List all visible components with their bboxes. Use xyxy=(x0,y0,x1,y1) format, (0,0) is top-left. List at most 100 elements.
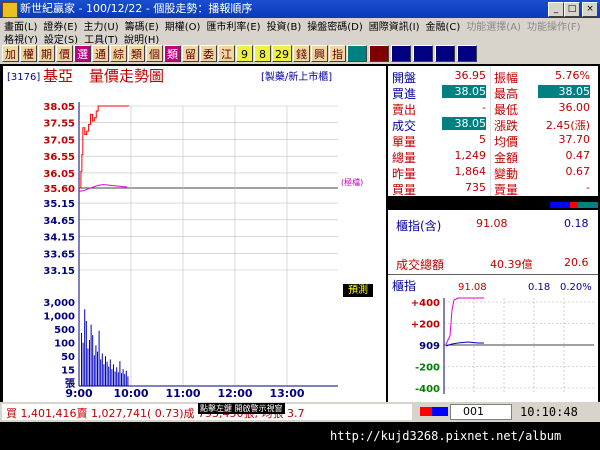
price-tick-label: 33.65 xyxy=(43,249,75,260)
volume-bar xyxy=(127,376,129,386)
quote-label: 成交 xyxy=(392,119,417,133)
toolbar-tool-4[interactable] xyxy=(413,45,433,62)
quote-panel: 開盤 36.95 振幅 5.76% 買進 38.05 最高 38.05 賣出 - 最低 36.00 成交… xyxy=(388,66,598,402)
volume-bar xyxy=(111,369,113,386)
toolbar-tool-2[interactable] xyxy=(369,45,389,62)
volume-bar xyxy=(92,335,94,386)
toolbar-button-16[interactable]: 29 xyxy=(272,45,292,62)
volume-bar xyxy=(119,361,121,386)
quote-value-2: 2.45(漲) xyxy=(545,119,590,132)
toolbar-tool-1[interactable] xyxy=(347,45,367,62)
toolbar-button-15[interactable]: 8 xyxy=(254,45,271,62)
volume-bar xyxy=(98,330,100,386)
volume-bar xyxy=(85,320,87,386)
quote-value-2: 0.67 xyxy=(565,165,591,178)
toolbar-tool-6[interactable] xyxy=(457,45,477,62)
toolbar-button-11[interactable]: 留 xyxy=(182,45,199,62)
price-tick-label: 35.60 xyxy=(43,184,75,195)
time-tick-label: 11:00 xyxy=(165,387,200,400)
turnover-label: 成交總額 xyxy=(396,258,445,272)
menu-item-12[interactable]: 功能操作(F) xyxy=(527,22,581,33)
quote-label: 總量 xyxy=(392,151,417,165)
quote-label-2: 均價 xyxy=(494,135,519,149)
toolbar-button-3[interactable]: 期 xyxy=(38,45,55,62)
volume-bar xyxy=(93,355,95,386)
mini-tick-label: +400 xyxy=(411,298,440,309)
toolbar-tool-3[interactable] xyxy=(391,45,411,62)
quote-label: 開盤 xyxy=(392,71,417,85)
toolbar-button-18[interactable]: 興 xyxy=(311,45,328,62)
toolbar-button-4[interactable]: 價 xyxy=(56,45,73,62)
price-tick-label: 33.15 xyxy=(43,266,75,277)
otc-index-mini-chart[interactable]: 櫃指 91.08 0.18 0.20% +400 +200 909 -200 -400 xyxy=(388,276,598,402)
toolbar-button-6[interactable]: 通 xyxy=(92,45,109,62)
volume-tick-label: 500 xyxy=(54,325,75,336)
price-volume-chart-window: [3176] 基亞 量價走勢圖 [製藥/新上市櫃] 38.05 37.55 37.0… xyxy=(3,66,386,402)
alert-tooltip[interactable]: 點擊左鍵 開啟警示視窗 xyxy=(198,403,285,414)
minimize-button[interactable]: _ xyxy=(548,2,564,17)
volume-bar xyxy=(125,370,127,386)
menu-item-9[interactable]: 國際資訊(I) xyxy=(369,22,420,33)
toolbar-button-10[interactable]: 類 xyxy=(164,45,181,62)
industry-label: [製藥/新上市櫃] xyxy=(261,70,332,83)
status-indicator-red xyxy=(420,407,432,416)
quote-label-2: 變動 xyxy=(494,167,519,181)
menu-item-7[interactable]: 投資(B) xyxy=(267,22,302,33)
volume-bar xyxy=(106,361,108,386)
menu-item-6[interactable]: 匯市利率(E) xyxy=(206,22,260,33)
price-volume-chart[interactable]: [3176] 基亞 量價走勢圖 [製藥/新上市櫃] 38.05 37.55 37.0… xyxy=(3,66,386,402)
volume-bar xyxy=(105,356,106,386)
maximize-button[interactable]: □ xyxy=(564,2,580,17)
price-tick-label: 37.05 xyxy=(43,135,75,146)
quote-value-2: 0.47 xyxy=(565,149,591,162)
index-change: 0.18 xyxy=(564,217,589,230)
menu-item-10[interactable]: 金融(C) xyxy=(426,22,461,33)
volume-tick-label: 1,000 xyxy=(43,312,75,323)
close-button[interactable]: × xyxy=(582,2,598,17)
volume-bar xyxy=(108,366,110,386)
toolbar-tool-5[interactable] xyxy=(435,45,455,62)
menu-item-8[interactable]: 操盤密碼(D) xyxy=(307,22,363,33)
volume-bar xyxy=(87,348,89,386)
toolbar-button-5[interactable]: 選 xyxy=(74,45,91,62)
toolbar-button-1[interactable]: 加 xyxy=(2,45,19,62)
quote-value: 1,249 xyxy=(454,149,487,162)
quote-label-2: 最低 xyxy=(494,103,519,117)
color-strip xyxy=(388,196,598,210)
quote-value: 735 xyxy=(465,181,486,194)
toolbar-button-17[interactable]: 錢 xyxy=(293,45,310,62)
estimate-button[interactable]: 預測 xyxy=(343,284,373,297)
chart-title: 量價走勢圖 xyxy=(89,67,164,85)
volume-bar xyxy=(122,369,124,386)
footer-url: http://kujd3268.pixnet.net/album xyxy=(330,429,562,443)
title-bar: 新世紀贏家 - 100/12/22 - 個股走勢：播報順序 _ □ × xyxy=(0,0,600,18)
time-tick-label: 13:00 xyxy=(269,387,304,400)
quote-label: 賣出 xyxy=(392,103,417,117)
index-value: 91.08 xyxy=(476,217,508,230)
toolbar-button-8[interactable]: 類 xyxy=(128,45,145,62)
mini-pct: 0.20% xyxy=(560,282,592,293)
mini-tick-label: 909 xyxy=(419,341,440,352)
quote-value: 5 xyxy=(479,133,486,146)
menu-item-11[interactable]: 功能選擇(A) xyxy=(466,22,521,33)
menu-item-5[interactable]: 期權(O) xyxy=(165,22,201,33)
toolbar-button-7[interactable]: 綜 xyxy=(110,45,127,62)
toolbar-button-2[interactable]: 權 xyxy=(20,45,37,62)
quote-value-2: 37.70 xyxy=(558,133,591,146)
volume-tick-label: 50 xyxy=(61,352,75,363)
quote-label: 買進 xyxy=(392,87,417,101)
status-indicator-blue xyxy=(432,407,448,416)
stock-code: [3176] xyxy=(7,72,40,83)
price-tick-label: 34.15 xyxy=(43,233,75,244)
toolbar-button-14[interactable]: 9 xyxy=(236,45,253,62)
volume-bar xyxy=(81,332,82,386)
volume-bar xyxy=(121,373,122,386)
ref-price-note: (極檔) xyxy=(341,177,363,187)
toolbar-button-9[interactable]: 個 xyxy=(146,45,163,62)
toolbar-button-13[interactable]: 江 xyxy=(218,45,235,62)
volume-bar xyxy=(82,342,84,386)
toolbar-button-19[interactable]: 指 xyxy=(329,45,346,62)
mini-value: 91.08 xyxy=(458,282,487,293)
counter-box[interactable]: 001 xyxy=(450,404,512,420)
toolbar-button-12[interactable]: 委 xyxy=(200,45,217,62)
